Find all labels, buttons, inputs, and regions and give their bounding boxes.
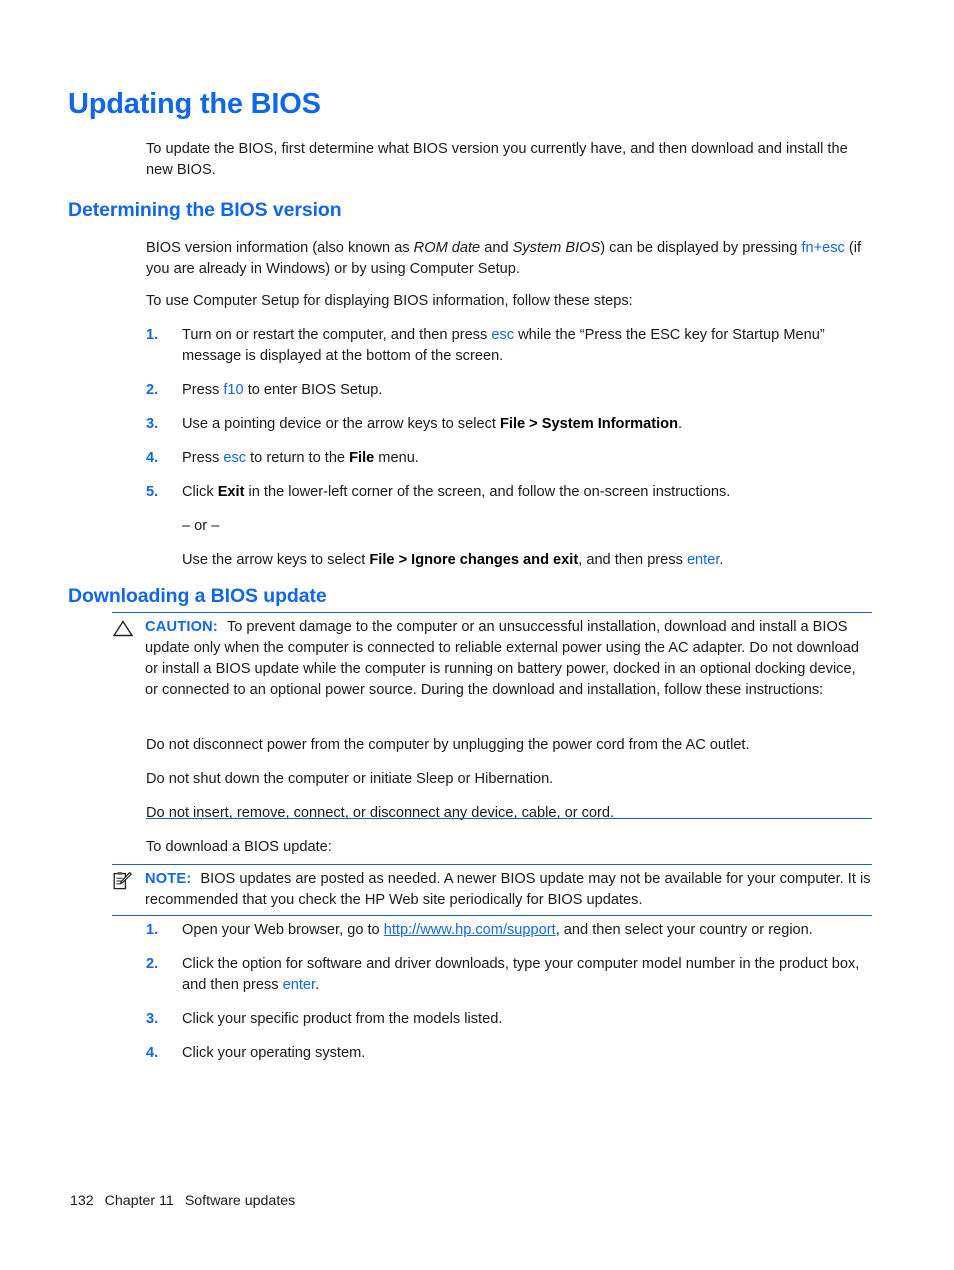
note-label: NOTE: xyxy=(145,871,192,887)
dstep3-text: Click your specific product from the mod… xyxy=(182,1011,503,1027)
caution-bullet-2: Do not shut down the computer or initiat… xyxy=(146,769,872,790)
footer-chapter-title: Software updates xyxy=(184,1193,296,1209)
intro-text: To update the BIOS, first determine what… xyxy=(146,141,848,178)
step4-text-a: Press xyxy=(182,450,224,466)
step5-text-b: in the lower-left corner of the screen, … xyxy=(244,484,731,500)
list-number: 3. xyxy=(146,1011,159,1027)
footer-page-number: 132 xyxy=(70,1193,94,1209)
page-footer: 132 Chapter 11 Software updates xyxy=(70,1193,295,1209)
key-fn-esc[interactable]: fn+esc xyxy=(801,240,844,256)
footer-chapter: Chapter 11 xyxy=(104,1193,174,1209)
page-title: Updating the BIOS xyxy=(68,88,321,120)
list-item: 1. Turn on or restart the computer, and … xyxy=(146,325,872,367)
list-number: 5. xyxy=(146,484,159,500)
note-clipboard-icon xyxy=(112,871,134,891)
list-item: 1. Open your Web browser, go to http://w… xyxy=(146,920,872,941)
list-item: 5. Click Exit in the lower-left corner o… xyxy=(146,482,872,571)
list-item: 3. Click your specific product from the … xyxy=(146,1009,872,1030)
step4-text-b: to return to the xyxy=(246,450,350,466)
list-item: 4. Click your operating system. xyxy=(146,1043,872,1064)
list-number: 1. xyxy=(146,922,159,938)
note-text: BIOS updates are posted as needed. A new… xyxy=(145,871,871,908)
menu-path-file-ignore-changes-and-exit: File > Ignore changes and exit xyxy=(369,552,579,568)
key-enter[interactable]: enter xyxy=(687,552,719,568)
heading-determining-bios-version: Determining the BIOS version xyxy=(68,199,342,221)
step1-text-a: Turn on or restart the computer, and the… xyxy=(182,327,492,343)
list-number: 3. xyxy=(146,416,159,432)
download-steps-list: 1. Open your Web browser, go to http://w… xyxy=(146,920,872,1064)
step3-text-a: Use a pointing device or the arrow keys … xyxy=(182,416,500,432)
hp-support-link[interactable]: http://www.hp.com/support xyxy=(384,922,556,938)
menu-file: File xyxy=(349,450,375,466)
step2-text-b: to enter BIOS Setup. xyxy=(243,382,383,398)
document-page: Updating the BIOS To update the BIOS, fi… xyxy=(0,0,954,1270)
menu-path-file-system-information: File > System Information xyxy=(499,416,678,432)
heading-downloading-bios-update: Downloading a BIOS update xyxy=(68,585,327,607)
caution-bullet-2-text: Do not shut down the computer or initiat… xyxy=(146,771,554,787)
step5-text-a: Click xyxy=(182,484,218,500)
computer-setup-steps-intro: To use Computer Setup for displaying BIO… xyxy=(146,291,872,312)
dstep1-text-b: , and then select your country or region… xyxy=(555,922,813,938)
determining-steps-list: 1. Turn on or restart the computer, and … xyxy=(146,325,872,571)
key-f10[interactable]: f10 xyxy=(223,382,243,398)
key-esc[interactable]: esc xyxy=(491,327,514,343)
or-separator: – or – xyxy=(182,518,220,534)
system-bios-italic: System BIOS xyxy=(512,240,601,256)
bios-version-info-paragraph: BIOS version information (also known as … xyxy=(146,238,872,280)
list-number: 2. xyxy=(146,382,159,398)
caution-bullet-1: Do not disconnect power from the compute… xyxy=(146,735,872,756)
para-text-b: and xyxy=(480,240,513,256)
step3-text-b: . xyxy=(678,416,683,432)
dstep1-text-a: Open your Web browser, go to xyxy=(182,922,384,938)
caution-bullet-3: Do not insert, remove, connect, or disco… xyxy=(146,803,872,824)
step5-alt-text-c: . xyxy=(719,552,724,568)
step4-text-c: menu. xyxy=(374,450,419,466)
steps-intro-text: To use Computer Setup for displaying BIO… xyxy=(146,293,633,309)
step2-text-a: Press xyxy=(182,382,224,398)
list-number: 4. xyxy=(146,1045,159,1061)
caution-bottom-rule xyxy=(146,818,872,819)
intro-paragraph: To update the BIOS, first determine what… xyxy=(146,139,872,181)
warning-triangle-icon xyxy=(112,619,134,639)
list-item: 3. Use a pointing device or the arrow ke… xyxy=(146,414,872,435)
para-text-c: ) can be displayed by pressing xyxy=(600,240,802,256)
rom-date-italic: ROM date xyxy=(413,240,481,256)
download-intro-text: To download a BIOS update: xyxy=(146,839,332,855)
list-number: 1. xyxy=(146,327,159,343)
list-number: 4. xyxy=(146,450,159,466)
step5-alt-text-b: , and then press xyxy=(578,552,687,568)
caution-text: To prevent damage to the computer or an … xyxy=(145,619,859,698)
list-number: 2. xyxy=(146,956,159,972)
para-text-a: BIOS version information (also known as xyxy=(146,240,414,256)
key-esc[interactable]: esc xyxy=(223,450,246,466)
caution-body: CAUTION: To prevent damage to the compute… xyxy=(112,613,872,701)
step5-alternative: Use the arrow keys to select File > Igno… xyxy=(182,550,872,571)
menu-exit: Exit xyxy=(217,484,245,500)
caution-label: CAUTION: xyxy=(145,619,218,635)
step5-alt-text-a: Use the arrow keys to select xyxy=(182,552,370,568)
list-item: 4. Press esc to return to the File menu. xyxy=(146,448,872,469)
download-intro-paragraph: To download a BIOS update: xyxy=(146,837,872,858)
note-body: NOTE: BIOS updates are posted as needed. … xyxy=(112,865,872,911)
note-admonition: NOTE: BIOS updates are posted as needed. … xyxy=(112,864,872,916)
dstep4-text: Click your operating system. xyxy=(182,1045,366,1061)
caution-bullet-1-text: Do not disconnect power from the compute… xyxy=(146,737,750,753)
list-item: 2. Press f10 to enter BIOS Setup. xyxy=(146,380,872,401)
list-item: 2. Click the option for software and dri… xyxy=(146,954,872,996)
caution-admonition: CAUTION: To prevent damage to the compute… xyxy=(112,612,872,701)
note-bottom-rule xyxy=(112,915,872,916)
key-enter[interactable]: enter xyxy=(283,977,315,993)
dstep2-text-b: . xyxy=(315,977,320,993)
